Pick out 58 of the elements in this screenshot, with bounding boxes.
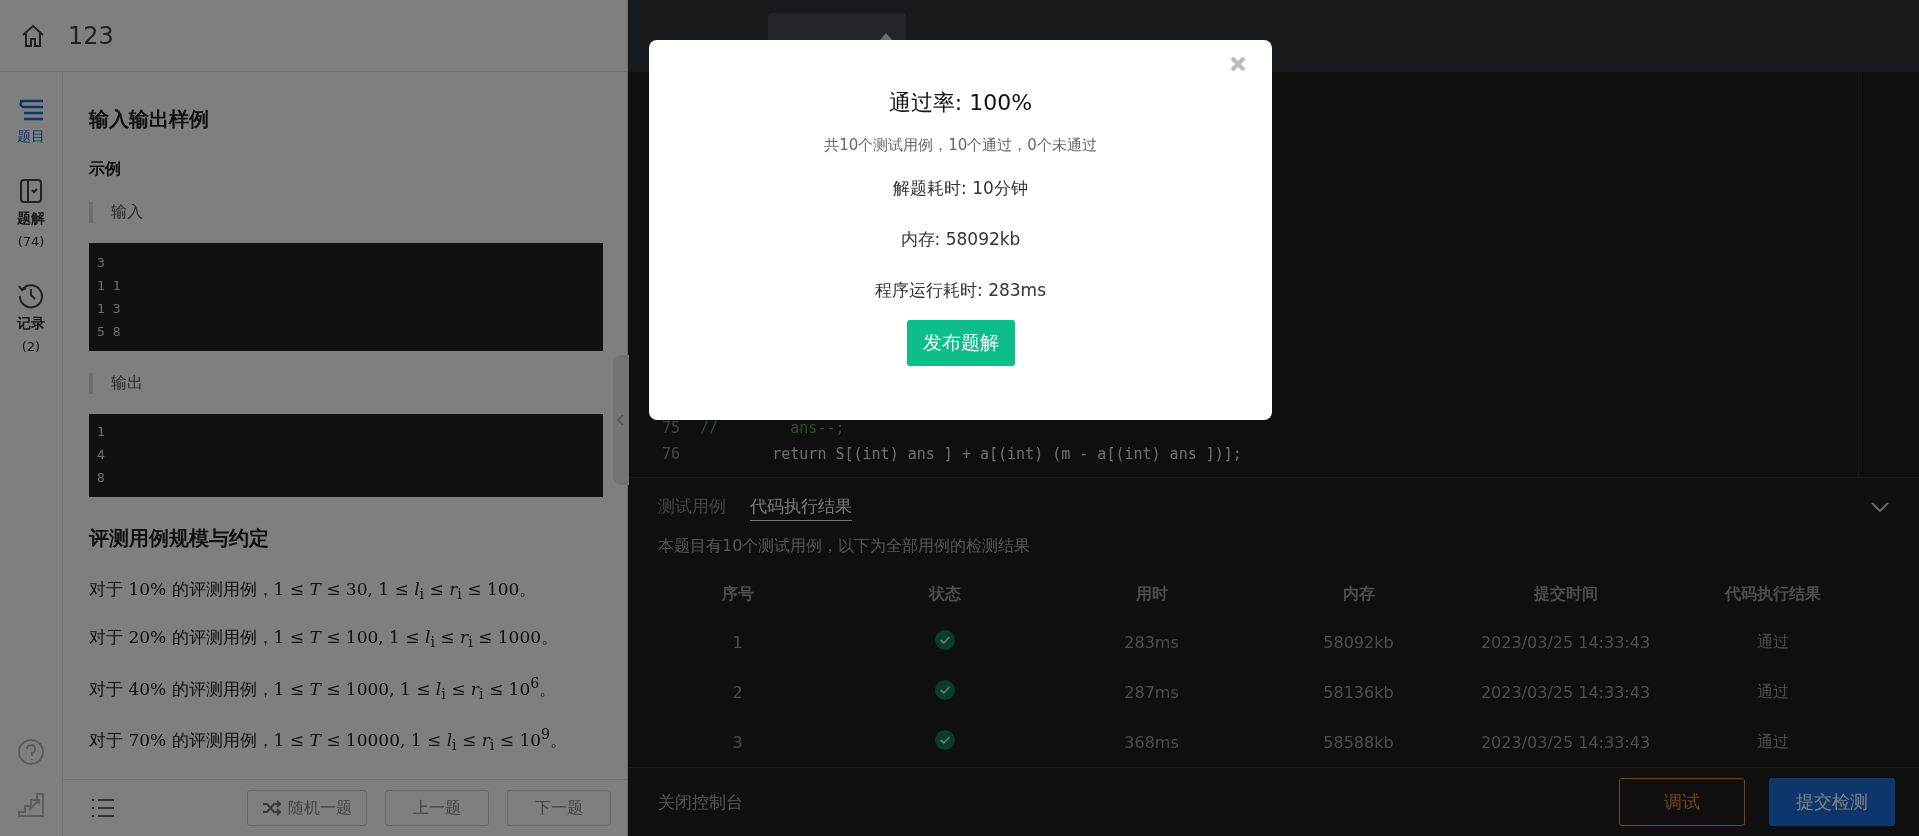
sidebar-tab[interactable]: 题目: [16, 94, 46, 150]
subheading: 示例: [89, 159, 122, 180]
stat-text: 解题耗时: 10分钟: [893, 177, 1028, 200]
column-header: 用时: [1134, 582, 1169, 605]
shuffle-icon: [262, 800, 282, 816]
menu-icon[interactable]: [91, 798, 115, 818]
block-label: 输入: [89, 202, 603, 223]
constraint-text: 对于 20% 的评测用例，1 ≤ T ≤ 100, 1 ≤ l$_{i}$ ≤ r$_{i}$ ≤ 1000。: [89, 626, 560, 651]
code-block: 1 4 8: [89, 414, 603, 497]
column-header: 序号: [720, 582, 755, 605]
table-cell-text: 2023/03/25 14:33:43: [1479, 731, 1652, 754]
table-cell-text: 58588kb: [1322, 731, 1395, 754]
table-cell-text: 通过: [1755, 630, 1790, 653]
constraint-text: 对于 10% 的评测用例，1 ≤ T ≤ 30, 1 ≤ l$_{i}$ ≤ r$_{i}$ ≤ 100。: [89, 578, 538, 603]
collapse-icon[interactable]: [1871, 502, 1889, 513]
table-cell-text: 368ms: [1123, 731, 1180, 754]
section-heading: 输入输出样例: [89, 106, 210, 133]
column-header: 代码执行结果: [1723, 582, 1822, 605]
table-cell-text: 287ms: [1123, 681, 1180, 704]
section-heading: 评测用例规模与约定: [89, 525, 270, 552]
list-icon: [16, 98, 46, 122]
result-summary: 本题目有10个测试用例，以下为全部用例的检测结果: [658, 536, 1032, 558]
console-tab[interactable]: 代码执行结果: [750, 493, 852, 522]
stat-text: 程序运行耗时: 283ms: [875, 279, 1046, 302]
table-cell-text: 2023/03/25 14:33:43: [1479, 681, 1652, 704]
table-cell-text: 283ms: [1123, 631, 1180, 654]
table-cell-text: 58136kb: [1322, 681, 1395, 704]
constraint-text: 对于 40% 的评测用例，1 ≤ T ≤ 1000, 1 ≤ l$_{i}$ ≤ r$_{i}$ ≤ 10$^{6}$。: [89, 674, 558, 702]
table-cell-text: 通过: [1755, 680, 1790, 703]
constraint-text: 对于 70% 的评测用例，1 ≤ T ≤ 10000, 1 ≤ l$_{i}$ ≤ r$_{i}$ ≤ 10$^{9}$。: [89, 725, 569, 753]
table-cell-text: 58092kb: [1322, 631, 1395, 654]
code-line: return S[(int) ans ] + a[(int) (m - a[(int) ans ])];: [771, 445, 1242, 464]
code-line: // ans--;: [700, 419, 845, 438]
sidebar-tab[interactable]: 记录 (2): [17, 277, 45, 358]
table-cell-text: 1: [731, 631, 744, 654]
submit-button[interactable]: 提交检测: [1769, 778, 1895, 827]
block-label: 输出: [89, 373, 603, 394]
book-icon: [18, 178, 44, 204]
sidebar-tab[interactable]: 题解 (74): [17, 174, 45, 253]
table-cell-text: 2023/03/25 14:33:43: [1479, 631, 1652, 654]
column-header: 内存: [1341, 582, 1376, 605]
home-icon[interactable]: [20, 22, 46, 49]
debug-button[interactable]: 调试: [1619, 778, 1745, 827]
column-header: 提交时间: [1532, 582, 1599, 605]
close-button[interactable]: [1230, 56, 1246, 72]
publish-button[interactable]: 发布题解: [906, 320, 1015, 366]
table-cell-text: 2: [731, 681, 744, 704]
stat-text: 内存: 58092kb: [900, 228, 1021, 251]
code-block: 3 1 1 1 3 5 8: [89, 243, 603, 351]
page-title: 123: [68, 21, 114, 50]
close-console-link[interactable]: 关闭控制台: [658, 790, 1595, 814]
table-cell-text: 通过: [1755, 730, 1790, 753]
history-icon: [17, 281, 45, 309]
collapse-handle[interactable]: [613, 355, 629, 485]
dialog-title: 通过率: 100%: [888, 89, 1033, 117]
table-cell-text: 3: [731, 731, 744, 754]
dialog-subtitle: 共10个测试用例，10个通过，0个未通过: [824, 136, 1097, 155]
column-header: 状态: [927, 582, 962, 605]
